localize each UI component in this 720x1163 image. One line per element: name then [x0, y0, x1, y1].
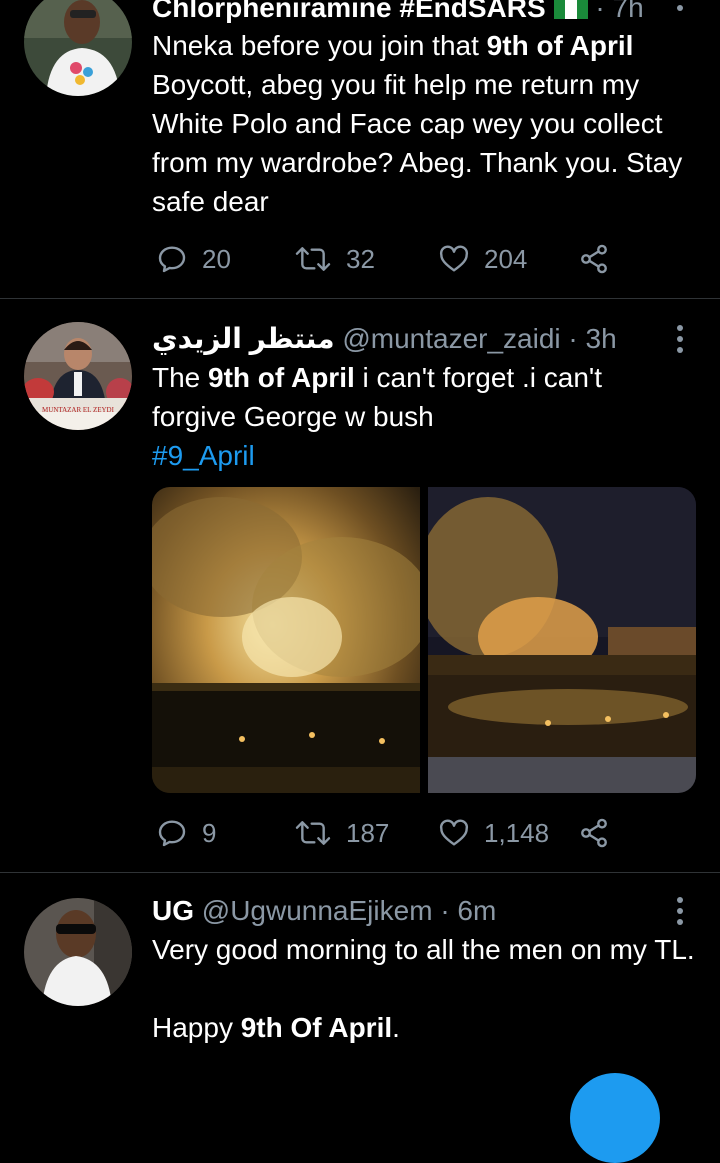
like-icon [439, 819, 469, 846]
tweet-3[interactable]: UG @UgwunnaEjikem · 6m Very good morning… [0, 873, 720, 1163]
hashtag-link[interactable]: #9_April [152, 440, 255, 471]
reply-button[interactable]: 20 [156, 239, 231, 279]
photo-1[interactable] [152, 487, 432, 793]
tweet-text: The 9th of April i can't forget .i can't… [152, 362, 603, 471]
retweet-icon [295, 247, 331, 271]
more-icon[interactable] [664, 321, 696, 357]
timestamp[interactable]: · 6m [440, 895, 496, 926]
reply-count: 9 [202, 817, 217, 848]
share-icon [581, 818, 607, 848]
display-name[interactable]: Chlorpheniramine #EndSARS [152, 0, 546, 23]
retweet-button[interactable]: 32 [294, 239, 375, 279]
like-button[interactable]: 1,148 [438, 813, 549, 853]
more-icon[interactable] [664, 893, 696, 929]
like-icon [439, 245, 469, 272]
retweet-count: 187 [346, 817, 390, 848]
tweet-text: Nneka before you join that 9th of April … [152, 30, 683, 217]
photo-2[interactable] [418, 487, 696, 793]
tweet-1[interactable]: Chlorpheniramine #EndSARS · 7h Nneka bef… [0, 0, 720, 298]
reply-count: 20 [202, 243, 231, 274]
reply-button[interactable]: 9 [156, 813, 216, 853]
retweet-icon [295, 821, 331, 845]
retweet-button[interactable]: 187 [294, 813, 389, 853]
tweet-text: Very good morning to all the men on my T… [152, 934, 695, 1043]
avatar-caption: MUNTAZAR EL ZEYDI [42, 406, 114, 414]
retweet-count: 32 [346, 243, 375, 274]
display-name[interactable]: منتظر الزيدي [152, 323, 335, 354]
like-count: 204 [484, 243, 528, 274]
tweet-header: Chlorpheniramine #EndSARS · 7h [152, 0, 644, 26]
share-icon [581, 244, 607, 274]
more-icon[interactable] [664, 0, 696, 26]
handle[interactable]: @UgwunnaEjikem [202, 895, 433, 926]
tweet-header: UG @UgwunnaEjikem · 6m [152, 893, 496, 929]
share-button[interactable] [578, 239, 610, 279]
timestamp[interactable]: · 7h [595, 0, 643, 23]
reply-icon [158, 246, 186, 273]
avatar[interactable] [24, 0, 132, 96]
handle[interactable]: @muntazer_zaidi [342, 323, 560, 354]
like-count: 1,148 [484, 817, 550, 848]
avatar[interactable] [24, 898, 132, 1006]
nigeria-flag-icon [553, 0, 588, 19]
tweet-2[interactable]: MUNTAZAR EL ZEYDI منتظر الزيدي @muntazer… [0, 299, 720, 871]
action-bar: 20 32 204 [152, 239, 632, 279]
like-button[interactable]: 204 [438, 239, 527, 279]
tweet-header: منتظر الزيدي @muntazer_zaidi · 3h [152, 321, 617, 357]
reply-icon [158, 820, 186, 847]
avatar[interactable]: MUNTAZAR EL ZEYDI [24, 322, 132, 430]
compose-fab[interactable] [570, 1073, 660, 1163]
display-name[interactable]: UG [152, 895, 194, 926]
share-button[interactable] [578, 813, 610, 853]
media-grid[interactable] [152, 487, 696, 793]
timestamp[interactable]: · 3h [568, 323, 616, 354]
action-bar: 9 187 1,148 [152, 813, 632, 853]
